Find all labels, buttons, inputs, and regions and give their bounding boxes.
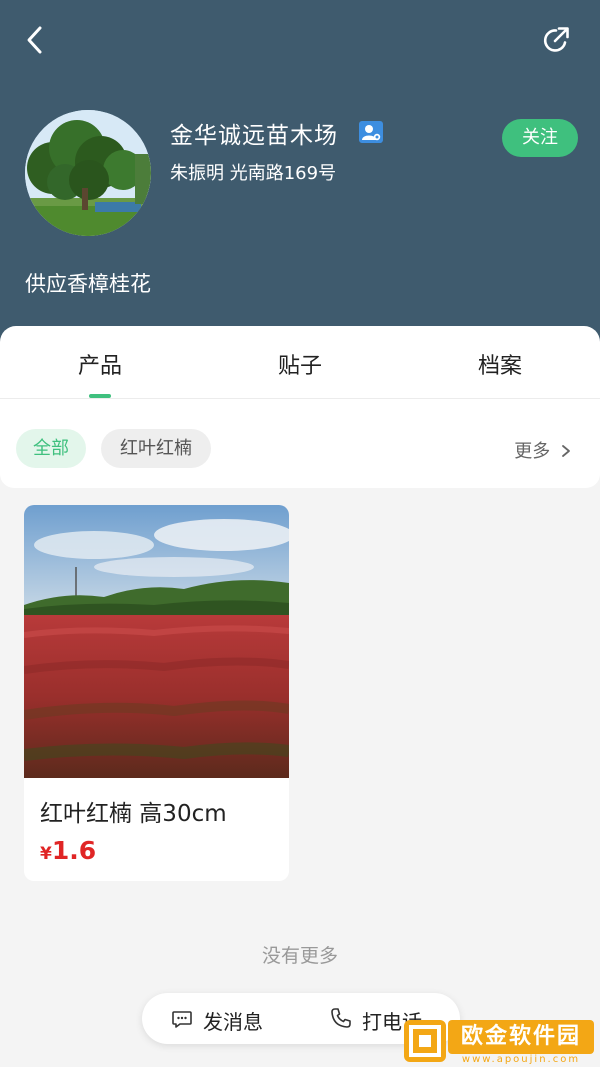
- follow-button[interactable]: 关注: [502, 119, 578, 157]
- filter-chip-all[interactable]: 全部: [16, 429, 86, 468]
- shop-avatar[interactable]: [25, 110, 151, 236]
- product-image: [24, 505, 289, 778]
- product-price: ¥1.6: [40, 836, 96, 865]
- watermark-badge: 欧金软件园 www.apoujin.com: [398, 1014, 600, 1067]
- more-categories-link[interactable]: 更多: [514, 437, 572, 463]
- owner-address: 朱振明 光南路169号: [170, 163, 337, 184]
- category-filter-bar: 全部 红叶红楠 更多: [0, 399, 600, 488]
- shop-description: 供应香樟桂花: [25, 272, 151, 296]
- shop-name: 金华诚远苗木场: [170, 123, 338, 149]
- shop-header: 金华诚远苗木场 朱振明 光南路169号 关注 供应香樟桂花: [0, 0, 600, 360]
- send-message-button[interactable]: 发消息: [170, 1006, 263, 1035]
- watermark-text: 欧金软件园: [448, 1020, 594, 1054]
- share-icon[interactable]: [538, 22, 574, 58]
- currency-symbol: ¥: [40, 844, 52, 864]
- phone-icon: [331, 1008, 351, 1028]
- active-tab-indicator: [89, 394, 111, 398]
- send-message-label: 发消息: [203, 1010, 263, 1034]
- more-label: 更多: [514, 441, 551, 462]
- list-end-text: 没有更多: [261, 945, 338, 967]
- product-title: 红叶红楠 高30cm: [40, 801, 227, 827]
- tab-posts[interactable]: 贴子: [200, 348, 400, 380]
- price-value: 1.6: [51, 836, 97, 865]
- verified-user-icon: [359, 121, 383, 143]
- back-icon[interactable]: [18, 22, 54, 58]
- filter-chip-category[interactable]: 红叶红楠: [101, 429, 211, 468]
- product-card[interactable]: 红叶红楠 高30cm ¥1.6: [24, 505, 289, 881]
- watermark-logo-icon: [404, 1020, 446, 1062]
- tab-archive[interactable]: 档案: [400, 348, 600, 380]
- tab-products[interactable]: 产品: [0, 348, 200, 380]
- chevron-right-icon: [562, 445, 570, 457]
- tab-bar: 产品 贴子 档案: [0, 326, 600, 399]
- chat-bubble-icon: [172, 1011, 192, 1028]
- watermark-url: www.apoujin.com: [461, 1054, 581, 1065]
